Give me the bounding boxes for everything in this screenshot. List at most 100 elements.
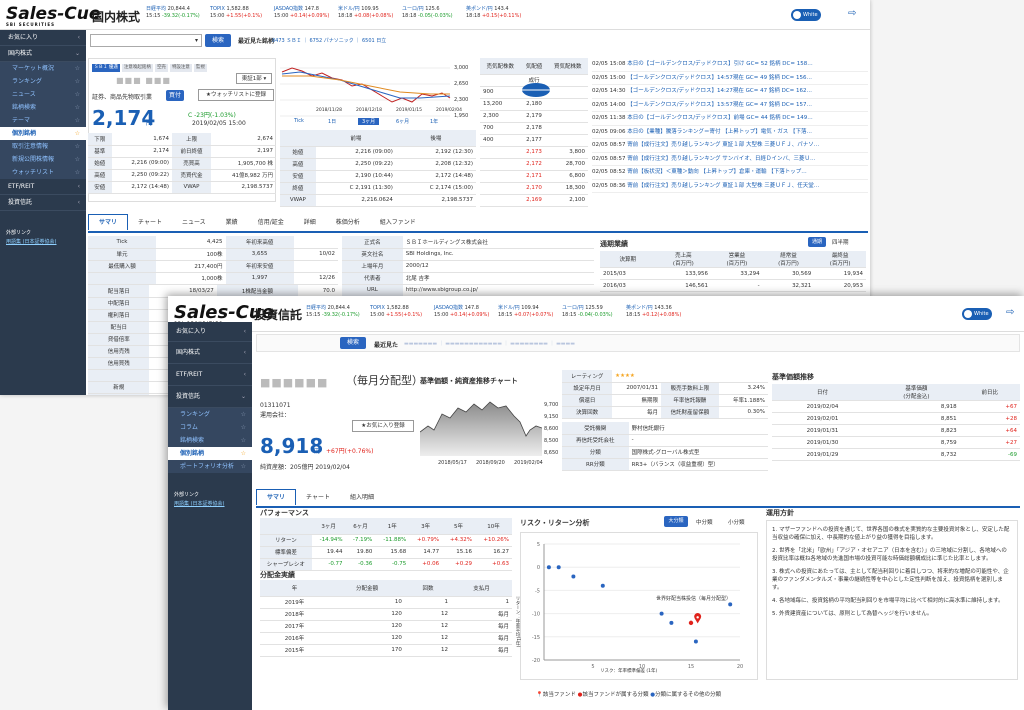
chart-range-tab-2[interactable]: 3ヶ月: [358, 118, 380, 125]
favorite-button[interactable]: ★お気に入り登録: [352, 420, 414, 432]
tab-0[interactable]: サマリ: [256, 489, 297, 505]
news-item[interactable]: 02/05 09:06 本日の【業種】騰落ランキング＝寄付 【上昇トップ】電気・…: [592, 126, 868, 139]
star-icon[interactable]: ☆: [75, 114, 80, 127]
tab-1[interactable]: チャート: [296, 490, 340, 506]
news-item[interactable]: 02/05 14:30 【ゴールデンクロス/デッドクロス】14:27現在 GC=…: [592, 85, 868, 99]
sidebar-sub-item-3[interactable]: 個別銘柄 ☆: [168, 447, 252, 460]
ticker-0[interactable]: 日経平均 20,844.4 15:15 -39.32(-0.17%): [146, 6, 200, 20]
ticker-0[interactable]: 日経平均 20,844.4 15:15 -39.32(-0.17%): [306, 305, 360, 319]
sidebar-sub-item-7[interactable]: 新規公開株情報 ☆: [0, 153, 86, 166]
recent-items[interactable]: ▬▬▬▬▬▬▬ ｜ ▬▬▬▬▬▬▬▬▬▬▬▬ ｜ ▬▬▬▬▬▬▬▬ ｜ ▬▬▬▬: [404, 340, 575, 347]
logout-icon[interactable]: ⇨: [1006, 307, 1014, 318]
tab-1[interactable]: チャート: [128, 215, 172, 231]
star-icon[interactable]: ☆: [75, 62, 80, 75]
sidebar-item-fund[interactable]: 投資信託 ‹: [0, 195, 86, 211]
buy-button[interactable]: 買付: [166, 90, 184, 101]
sidebar-sub-item-1[interactable]: コラム ☆: [168, 421, 252, 434]
glossary-link[interactable]: 用語集 (日本証券協会): [6, 238, 80, 245]
search-button[interactable]: 検索: [205, 34, 231, 47]
star-icon[interactable]: ☆: [75, 153, 80, 166]
news-item[interactable]: 02/05 15:08 本日の【ゴールデンクロス/デッドクロス】引け GC= 5…: [592, 58, 868, 72]
tab-7[interactable]: 組入ファンド: [370, 215, 426, 231]
news-headline[interactable]: 寄前【板状況】＜東種＞動向 【上昇トップ】倉庫・運輸 【下落トップ…: [627, 169, 807, 175]
news-headline[interactable]: 【ゴールデンクロス/デッドクロス】14:57現在 GC= 49 銘柄 DC= 1…: [627, 75, 812, 81]
sidebar-item-favorites[interactable]: お気に入り ‹: [168, 322, 252, 342]
ticker-3[interactable]: 米ドル/円 109.94 18:15 +0.07(+0.07%): [498, 305, 553, 319]
sidebar-sub-item-2[interactable]: ニュース ☆: [0, 88, 86, 101]
stock-search-input[interactable]: ▾: [90, 34, 202, 47]
chart-range-tab-4[interactable]: 1年: [426, 118, 442, 125]
sidebar-sub-item-1[interactable]: ランキング ☆: [0, 75, 86, 88]
market-select[interactable]: 東証1部 ▾: [236, 73, 272, 84]
logout-icon[interactable]: ⇨: [848, 8, 856, 19]
tab-6[interactable]: 株価分析: [326, 215, 370, 231]
tab-mid-class[interactable]: 中分類: [696, 518, 713, 526]
news-headline[interactable]: 本日の【ゴールデンクロス/デッドクロス】引け GC= 52 銘柄 DC= 158…: [627, 61, 813, 67]
theme-toggle[interactable]: White: [791, 9, 821, 21]
news-item[interactable]: 02/05 15:00 【ゴールデンクロス/デッドクロス】14:57現在 GC=…: [592, 72, 868, 85]
sidebar-sub-item-3[interactable]: 銘柄検索 ☆: [0, 101, 86, 114]
sidebar-item-domestic[interactable]: 国内株式 ‹: [168, 342, 252, 364]
tab-2[interactable]: 組入明細: [340, 490, 384, 506]
sidebar-sub-item-4[interactable]: ポートフォリオ分析 ☆: [168, 460, 252, 473]
news-headline[interactable]: 【ゴールデンクロス/デッドクロス】14:27現在 GC= 47 銘柄 DC= 1…: [627, 88, 812, 94]
chart-range-tab-0[interactable]: Tick: [290, 118, 308, 124]
news-headline[interactable]: 本日の【業種】騰落ランキング＝寄付 【上昇トップ】電気・ガス 【下落…: [627, 129, 812, 135]
news-item[interactable]: 02/05 08:36 寄前【成行注文】売り越しランキング 東証１部 大型株 三…: [592, 180, 868, 193]
star-icon[interactable]: ☆: [241, 447, 246, 460]
watchlist-button[interactable]: ★ウォッチリストに登録: [198, 89, 274, 101]
sidebar-item-etf[interactable]: ETF/REIT ‹: [168, 364, 252, 386]
ticker-2[interactable]: JASDAQ指数 147.8 15:00 +0.14(+0.09%): [434, 305, 489, 319]
sidebar-sub-item-0[interactable]: マーケット概況 ☆: [0, 62, 86, 75]
star-icon[interactable]: ☆: [241, 460, 246, 473]
tab-quarterly[interactable]: 四半期: [832, 238, 849, 246]
star-icon[interactable]: ☆: [241, 421, 246, 434]
recent-items[interactable]: 8473 ＳＢＩ ｜ 6752 パナソニック ｜ 6501 日立: [272, 37, 386, 44]
star-icon[interactable]: ☆: [75, 140, 80, 153]
logo[interactable]: Sales-CueSBI SECURITIES: [6, 4, 100, 27]
news-item[interactable]: 02/05 08:57 寄前【成行注文】売り越しランキング サンバイオ、日経Ｄイ…: [592, 153, 868, 166]
ticker-5[interactable]: 英ポンド/円 143.36 18:15 +0.12(+0.08%): [626, 305, 681, 319]
tab-0[interactable]: サマリ: [88, 214, 129, 230]
star-icon[interactable]: ☆: [75, 88, 80, 101]
ticker-2[interactable]: JASDAQ指数 147.8 15:00 +0.14(+0.09%): [274, 6, 329, 20]
tab-3[interactable]: 業績: [216, 215, 248, 231]
news-item[interactable]: 02/05 08:57 寄前【成行注文】売り越しランキング 東証１部 大型株 三…: [592, 139, 868, 153]
star-icon[interactable]: ☆: [241, 434, 246, 447]
news-item[interactable]: 02/05 11:38 本日の【ゴールデンクロス/デッドクロス】前場 GC= 4…: [592, 112, 868, 126]
star-icon[interactable]: ☆: [75, 75, 80, 88]
tab-2[interactable]: ニュース: [172, 215, 216, 231]
tab-small-class[interactable]: 小分類: [728, 518, 745, 526]
ticker-4[interactable]: ユーロ/円 125.6 18:18 -0.05(-0.03%): [402, 6, 453, 20]
ticker-1[interactable]: TOPIX 1,582.88 15:00 +1.55(+0.1%): [370, 305, 422, 319]
news-item[interactable]: 02/05 08:52 寄前【板状況】＜東種＞動向 【上昇トップ】倉庫・運輸 【…: [592, 166, 868, 180]
sidebar-sub-item-0[interactable]: ランキング ☆: [168, 408, 252, 421]
sidebar-sub-item-4[interactable]: テーマ ☆: [0, 114, 86, 127]
news-item[interactable]: 02/05 14:00 【ゴールデンクロス/デッドクロス】13:57現在 GC=…: [592, 99, 868, 112]
sidebar-sub-item-6[interactable]: 取引注意情報 ☆: [0, 140, 86, 153]
glossary-link[interactable]: 用語集 (日本証券協会): [174, 500, 246, 507]
sidebar-sub-item-5[interactable]: 個別銘柄 ☆: [0, 127, 86, 140]
search-button[interactable]: 検索: [340, 337, 366, 349]
news-headline[interactable]: 寄前【成行注文】売り越しランキング 東証１部 大型株 三菱ＵＦＪ、パナソ…: [627, 142, 819, 148]
star-icon[interactable]: ☆: [75, 127, 80, 140]
sidebar-item-favorites[interactable]: お気に入り ‹: [0, 30, 86, 46]
tab-large-class[interactable]: 大分類: [664, 516, 688, 527]
sidebar-sub-item-8[interactable]: ウォッチリスト ☆: [0, 166, 86, 179]
news-headline[interactable]: 寄前【成行注文】売り越しランキング サンバイオ、日経Ｄインバ、三菱Ｕ…: [627, 156, 815, 162]
tab-4[interactable]: 信用/証金: [248, 215, 294, 231]
sidebar-item-fund[interactable]: 投資信託 ⌄: [168, 386, 252, 408]
ticker-4[interactable]: ユーロ/円 125.59 18:15 -0.04(-0.03%): [562, 305, 613, 319]
star-icon[interactable]: ☆: [75, 166, 80, 179]
tab-5[interactable]: 詳細: [294, 215, 326, 231]
news-headline[interactable]: 寄前【成行注文】売り越しランキング 東証１部 大型株 三菱ＵＦＪ、任天堂…: [627, 183, 819, 189]
tab-annual[interactable]: 通期: [808, 237, 826, 247]
star-icon[interactable]: ☆: [241, 408, 246, 421]
ticker-3[interactable]: 米ドル/円 109.95 18:18 +0.08(+0.08%): [338, 6, 393, 20]
chart-range-tab-1[interactable]: 1日: [324, 118, 340, 125]
ticker-5[interactable]: 英ポンド/円 143.4 18:18 +0.15(+0.11%): [466, 6, 521, 20]
news-headline[interactable]: 本日の【ゴールデンクロス/デッドクロス】前場 GC= 44 銘柄 DC= 149…: [627, 115, 813, 121]
sidebar-sub-item-2[interactable]: 銘柄検索 ☆: [168, 434, 252, 447]
ticker-1[interactable]: TOPIX 1,582.88 15:00 +1.55(+0.1%): [210, 6, 262, 20]
news-headline[interactable]: 【ゴールデンクロス/デッドクロス】13:57現在 GC= 47 銘柄 DC= 1…: [627, 102, 812, 108]
